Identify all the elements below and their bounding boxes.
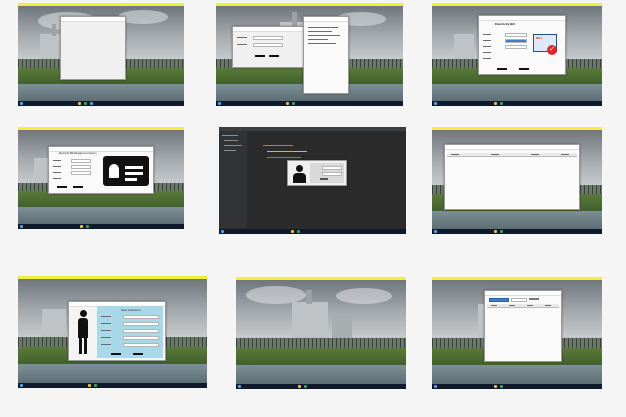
ide-window	[219, 127, 406, 234]
wallpaper: Electricity Bill Management System	[18, 130, 184, 224]
customer-dialog: New Customer	[68, 301, 166, 361]
bill-title: Electricity Bill	[495, 22, 515, 26]
wallpaper	[236, 280, 406, 384]
thumbnail-electricity-bill-window[interactable]: Electricity Bill BILL ✓	[432, 3, 602, 106]
wallpaper: New Customer	[18, 279, 207, 383]
taskbar	[18, 101, 184, 106]
thumbnail-table-view-window[interactable]	[432, 127, 602, 234]
person-icon	[75, 310, 91, 356]
taskbar	[18, 383, 207, 388]
taskbar	[216, 101, 403, 106]
taskbar	[18, 224, 184, 229]
wallpaper	[432, 280, 602, 384]
wallpaper: Electricity Bill BILL ✓	[432, 6, 602, 101]
wallpaper	[216, 6, 403, 101]
taskbar	[219, 229, 406, 234]
wallpaper	[18, 6, 184, 101]
wallpaper	[432, 130, 602, 229]
project-tree	[219, 131, 247, 228]
registration-title: Electricity Bill Management System	[59, 152, 97, 155]
thumbnail-id-card-registration-window[interactable]: Electricity Bill Management System	[18, 127, 184, 229]
thumbnail-login-and-console-window[interactable]	[216, 3, 403, 106]
id-card-icon	[103, 156, 149, 186]
bill-icon: BILL ✓	[533, 34, 559, 56]
taskbar	[432, 229, 602, 234]
login-dialog	[232, 26, 304, 68]
check-icon: ✓	[547, 45, 557, 55]
taskbar	[236, 384, 406, 389]
search-table-dialog	[484, 290, 562, 362]
table-view-dialog	[444, 144, 580, 210]
blank-form-dialog	[60, 16, 126, 80]
taskbar	[432, 384, 602, 389]
thumbnail-desktop-wallpaper[interactable]	[236, 277, 406, 389]
console-window	[303, 16, 349, 94]
thumbnail-blank-form-window[interactable]	[18, 3, 184, 106]
submit-button[interactable]	[497, 68, 507, 70]
thumbnail-ide-with-login-dialog[interactable]	[219, 127, 406, 234]
power-plant	[292, 302, 328, 340]
cancel-button[interactable]	[519, 68, 529, 70]
login-dialog	[287, 160, 347, 186]
taskbar	[432, 101, 602, 106]
registration-dialog: Electricity Bill Management System	[48, 146, 154, 194]
customer-form-panel: New Customer	[97, 306, 163, 358]
thumbnail-add-customer-window[interactable]: New Customer	[18, 276, 207, 388]
customer-title: New Customer	[121, 308, 141, 312]
electricity-bill-dialog: Electricity Bill BILL ✓	[478, 15, 566, 75]
thumbnail-search-table-window[interactable]	[432, 277, 602, 389]
